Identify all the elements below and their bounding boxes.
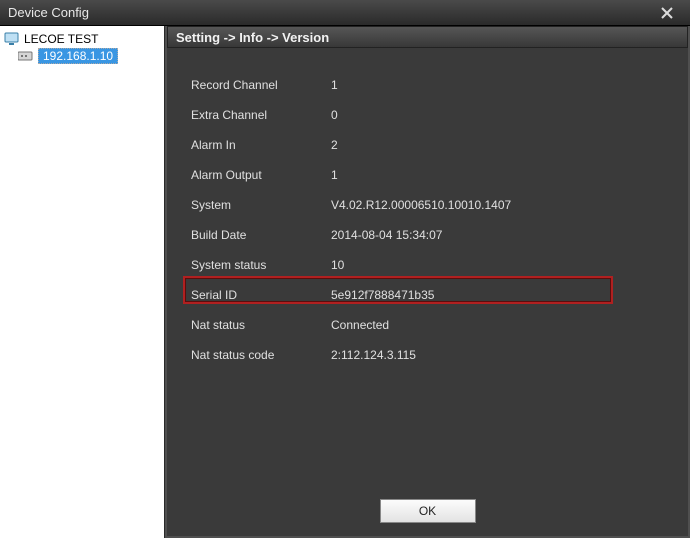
value-nat-status: Connected — [331, 318, 664, 332]
tree-child-label: 192.168.1.10 — [38, 48, 118, 64]
row-extra-channel: Extra Channel 0 — [191, 100, 664, 130]
tree-root-item[interactable]: LECOE TEST — [4, 32, 160, 46]
main-panel: Setting -> Info -> Version Record Channe… — [165, 26, 690, 538]
row-nat-code: Nat status code 2:112.124.3.115 — [191, 340, 664, 370]
value-serial-id: 5e912f7888471b35 — [331, 288, 664, 302]
window-body: LECOE TEST 192.168.1.10 Setting -> Info … — [0, 26, 690, 538]
button-bar: OK — [167, 486, 688, 536]
window-title: Device Config — [8, 5, 652, 20]
label-alarm-in: Alarm In — [191, 138, 331, 152]
value-system-status: 10 — [331, 258, 664, 272]
row-system-status: System status 10 — [191, 250, 664, 280]
value-build-date: 2014-08-04 15:34:07 — [331, 228, 664, 242]
device-icon — [18, 49, 34, 63]
value-nat-code: 2:112.124.3.115 — [331, 348, 664, 362]
info-content: Record Channel 1 Extra Channel 0 Alarm I… — [167, 48, 688, 486]
label-system-status: System status — [191, 258, 331, 272]
label-alarm-output: Alarm Output — [191, 168, 331, 182]
value-extra-channel: 0 — [331, 108, 664, 122]
label-extra-channel: Extra Channel — [191, 108, 331, 122]
breadcrumb-text: Setting -> Info -> Version — [176, 30, 329, 45]
row-nat-status: Nat status Connected — [191, 310, 664, 340]
label-record-channel: Record Channel — [191, 78, 331, 92]
label-nat-status: Nat status — [191, 318, 331, 332]
row-system: System V4.02.R12.00006510.10010.1407 — [191, 190, 664, 220]
close-button[interactable] — [652, 3, 682, 23]
monitor-icon — [4, 32, 20, 46]
label-nat-code: Nat status code — [191, 348, 331, 362]
row-build-date: Build Date 2014-08-04 15:34:07 — [191, 220, 664, 250]
label-build-date: Build Date — [191, 228, 331, 242]
row-record-channel: Record Channel 1 — [191, 70, 664, 100]
row-alarm-output: Alarm Output 1 — [191, 160, 664, 190]
value-record-channel: 1 — [331, 78, 664, 92]
label-system: System — [191, 198, 331, 212]
titlebar: Device Config — [0, 0, 690, 26]
value-alarm-output: 1 — [331, 168, 664, 182]
row-alarm-in: Alarm In 2 — [191, 130, 664, 160]
label-serial-id: Serial ID — [191, 288, 331, 302]
device-tree: LECOE TEST 192.168.1.10 — [0, 26, 165, 538]
value-alarm-in: 2 — [331, 138, 664, 152]
ok-button[interactable]: OK — [380, 499, 476, 523]
breadcrumb: Setting -> Info -> Version — [167, 26, 688, 48]
window: Device Config LECOE TEST 192.168.1.10 Se… — [0, 0, 690, 538]
tree-root-label: LECOE TEST — [24, 32, 98, 46]
close-icon — [660, 6, 674, 20]
tree-child-item[interactable]: 192.168.1.10 — [4, 48, 160, 64]
row-serial-id: Serial ID 5e912f7888471b35 — [191, 280, 664, 310]
value-system: V4.02.R12.00006510.10010.1407 — [331, 198, 664, 212]
